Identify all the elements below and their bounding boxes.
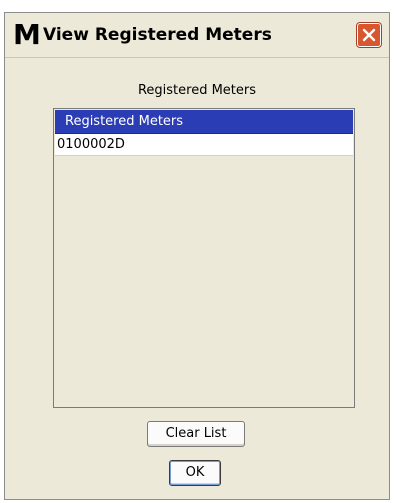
clear-list-button[interactable]: Clear List: [147, 421, 245, 447]
ok-button[interactable]: OK: [169, 460, 221, 486]
window-title: View Registered Meters: [43, 25, 272, 45]
list-header: Registered Meters: [55, 110, 353, 134]
list-item[interactable]: 0100002D: [55, 134, 353, 156]
close-button[interactable]: [357, 23, 381, 47]
title-bar[interactable]: M View Registered Meters: [5, 13, 389, 58]
close-icon: [362, 28, 376, 42]
section-label: Registered Meters: [137, 83, 257, 98]
dialog-window: M View Registered Meters Registered Mete…: [4, 12, 390, 500]
registered-meters-list[interactable]: Registered Meters 0100002D: [53, 108, 355, 408]
app-icon: M: [13, 18, 41, 51]
